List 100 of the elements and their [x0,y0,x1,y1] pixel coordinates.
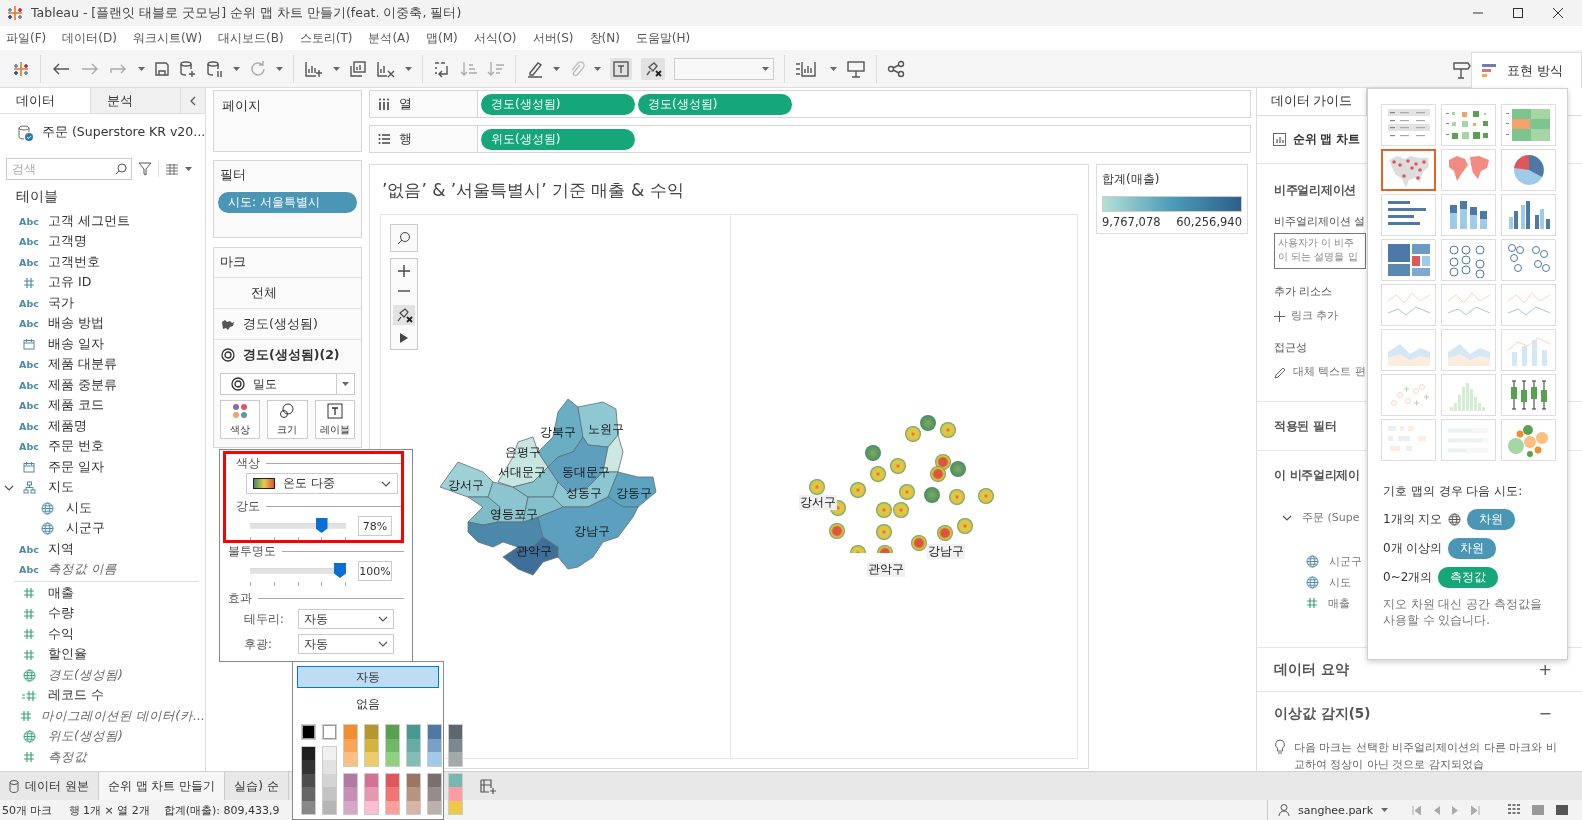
color-swatch[interactable] [386,752,399,766]
menu-item[interactable]: 대시보드(B) [218,29,292,47]
caret-icon[interactable] [405,66,412,71]
refresh-icon[interactable] [249,59,267,78]
sort-descending-icon[interactable] [487,59,505,78]
marks-layer[interactable]: 경도(생성됨)(2) [214,339,361,370]
color-swatch[interactable] [407,752,420,766]
marks-button[interactable]: 레이블 [314,400,355,439]
filter-icon[interactable] [138,162,152,176]
last-page-icon[interactable] [1471,805,1480,815]
chevron-icon[interactable] [378,616,388,622]
pin-clear-icon[interactable] [644,60,662,77]
menu-item[interactable]: 맵(M) [426,29,466,47]
field-name[interactable]: 고객명 [48,233,87,251]
field-name[interactable]: 레코드 수 [48,687,104,705]
presentation-icon[interactable] [846,59,866,78]
field-name[interactable]: 수량 [48,605,74,623]
mark-type-dropdown[interactable]: 밀도 [220,373,355,395]
close-icon[interactable] [1552,7,1564,19]
search-field[interactable]: 검색 [6,158,132,180]
marks-button[interactable]: 색상 [220,400,261,439]
caret-icon[interactable] [1381,808,1388,812]
field-name[interactable]: 고객 세그먼트 [48,212,130,230]
collapse-chevron-icon[interactable] [189,95,197,106]
menu-item[interactable]: 서식(O) [473,29,525,47]
edit-alt-text-link[interactable]: 대체 텍스트 편 [1293,365,1366,379]
menu-item[interactable]: 파일(F) [6,29,55,47]
field-name[interactable]: 지역 [48,540,74,558]
marks-layer[interactable]: 전체 [214,277,361,308]
list-view-icon[interactable] [1532,804,1544,816]
description-field[interactable]: 사용자가 이 비주 이 되는 설명을 입 [1274,233,1366,269]
caret-icon[interactable] [553,66,560,71]
field-name[interactable]: 국가 [48,294,74,312]
color-swatch[interactable] [407,725,420,739]
caret-icon[interactable] [333,66,340,71]
menu-option[interactable]: 없음 [297,693,439,715]
color-swatch[interactable] [407,787,420,801]
color-swatch[interactable] [386,773,399,787]
user-name[interactable]: sanghee.park [1297,803,1373,817]
datasource-name[interactable]: 주문 (Superstore KR v20... [42,124,205,141]
swap-icon[interactable] [433,59,451,78]
field-name[interactable]: 배송 일자 [48,335,104,353]
caret-icon[interactable] [276,66,283,71]
fit-dropdown[interactable] [674,57,774,80]
chevron-icon[interactable] [378,641,388,647]
first-page-icon[interactable] [1412,805,1421,815]
color-swatch[interactable] [323,725,336,739]
zoom-in-icon[interactable] [398,265,410,277]
color-swatch[interactable] [428,773,441,787]
color-swatch[interactable] [386,787,399,801]
menu-item[interactable]: 창(N) [589,29,628,47]
field-name[interactable]: 수익 [48,625,74,643]
color-swatch[interactable] [407,773,420,787]
duplicate-sheet-icon[interactable] [349,59,367,78]
next-page-icon[interactable] [1452,805,1459,815]
color-swatch[interactable] [302,787,315,801]
field-name[interactable]: 제품 코드 [48,397,104,415]
share-icon[interactable] [887,59,905,78]
expand-toggle[interactable]: + [1538,660,1552,679]
field-name[interactable]: 매출 [48,584,74,602]
color-swatch[interactable] [365,773,378,787]
field-name[interactable]: 제품 중분류 [48,376,117,394]
clear-sheet-icon[interactable] [376,59,396,78]
pane-tab[interactable]: 분석 [90,88,181,113]
pause-datasource-icon[interactable] [206,59,224,78]
field-name[interactable]: 측정값 [48,748,87,766]
previous-page-icon[interactable] [1433,805,1440,815]
menu-item[interactable]: 스토리(T) [299,29,361,47]
new-worksheet-icon[interactable] [304,59,324,78]
color-swatch[interactable] [344,725,357,739]
search-icon[interactable] [397,231,411,245]
add-datasource-icon[interactable] [179,59,197,78]
color-swatch[interactable] [323,787,336,801]
color-swatch[interactable] [302,746,315,760]
color-swatch[interactable] [344,773,357,787]
chart-type-thumbnail[interactable] [1381,149,1436,191]
caret-icon[interactable] [185,167,192,171]
field-name[interactable]: 측정값 이름 [48,561,117,579]
highlighter-icon[interactable] [526,59,544,78]
field-name[interactable]: 지도 [48,479,74,497]
chevron-icon[interactable] [381,480,391,487]
field-name[interactable]: 위도(생성됨) [48,728,123,746]
sort-ascending-icon[interactable] [460,59,478,78]
field-name[interactable]: 시도 [66,499,92,517]
color-swatch[interactable] [449,752,462,766]
sheet-tab[interactable]: 순위 맵 차트 만들기 [98,772,226,800]
maximize-icon[interactable] [1512,7,1524,19]
add-link[interactable]: 링크 추가 [1291,309,1339,323]
color-swatch[interactable] [449,773,462,787]
caret-icon[interactable] [830,66,837,71]
color-swatch[interactable] [365,787,378,801]
field-name[interactable]: 마이그레이션된 데이터(카... [41,707,205,725]
menu-item[interactable]: 도움말(H) [635,29,699,47]
color-swatch[interactable] [302,760,315,774]
field-name[interactable]: 주문 일자 [48,458,104,476]
color-swatch[interactable] [428,752,441,766]
marks-button[interactable]: 크기 [267,400,308,439]
caret-icon[interactable] [233,66,240,71]
color-swatch[interactable] [323,760,336,774]
menu-item[interactable]: 분석(A) [368,29,418,47]
